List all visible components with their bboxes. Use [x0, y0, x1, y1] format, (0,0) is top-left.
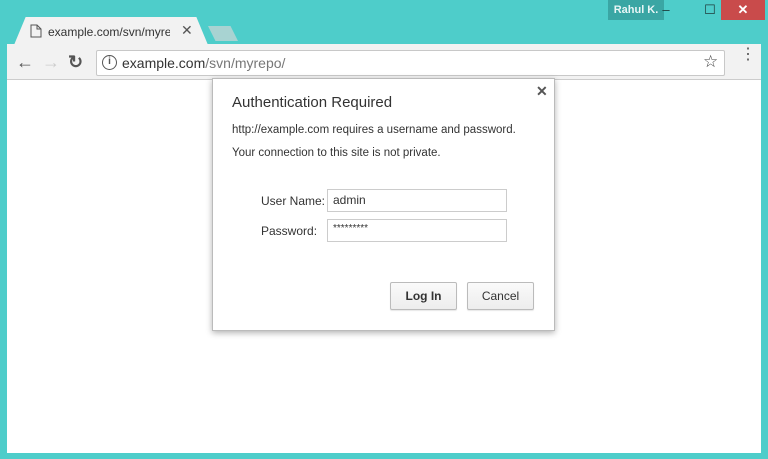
info-icon[interactable]: i	[102, 55, 117, 70]
back-icon[interactable]: ←	[16, 52, 34, 73]
dialog-title: Authentication Required	[232, 94, 393, 111]
auth-dialog: Authentication Required ✕ http://example…	[212, 78, 555, 331]
username-input[interactable]: admin	[327, 189, 507, 212]
dialog-close-icon[interactable]: ✕	[536, 83, 548, 100]
login-button[interactable]: Log In	[390, 282, 457, 310]
reload-icon[interactable]: ↻	[68, 52, 83, 73]
password-label: Password:	[261, 224, 318, 238]
password-input[interactable]: *********	[327, 219, 507, 242]
dialog-message: http://example.com requires a username a…	[232, 124, 516, 136]
url-path: /svn/myrepo/	[205, 55, 286, 71]
dialog-warning: Your connection to this site is not priv…	[232, 147, 441, 159]
username-label: User Name:	[261, 194, 326, 208]
minimize-button[interactable]: –	[644, 0, 688, 20]
close-window-button[interactable]: ✕	[721, 0, 765, 20]
menu-icon[interactable]: ⋮	[740, 47, 756, 63]
page-icon	[30, 24, 42, 38]
new-tab-button[interactable]	[208, 26, 238, 41]
cancel-button[interactable]: Cancel	[467, 282, 534, 310]
url-text[interactable]: example.com/svn/myrepo/	[122, 55, 285, 71]
forward-icon[interactable]: →	[42, 52, 60, 73]
bookmark-star-icon[interactable]: ☆	[703, 52, 718, 72]
tab-close-icon[interactable]: ✕	[181, 22, 193, 39]
url-host: example.com	[122, 55, 206, 71]
tab-title: example.com/svn/myrepo/	[48, 25, 170, 39]
